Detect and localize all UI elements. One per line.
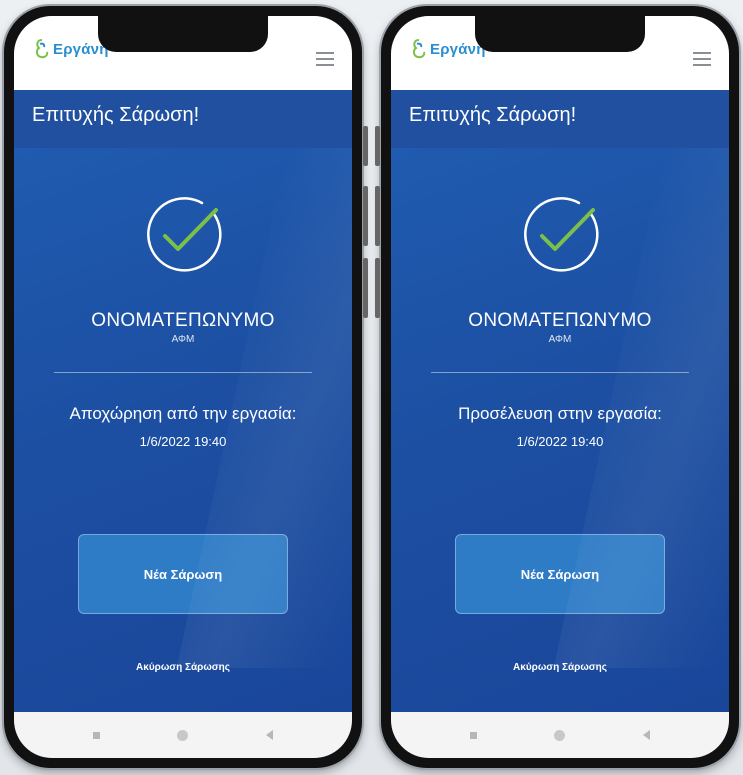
side-button — [363, 126, 368, 166]
app-logo[interactable]: Εργάνη — [411, 38, 486, 60]
employee-afm: ΑΦΜ — [171, 334, 195, 345]
result-content: ΟΝΟΜΑΤΕΠΩΝΥΜΟ ΑΦΜ Αποχώρηση από την εργα… — [14, 148, 352, 712]
notch — [475, 16, 645, 52]
stage: Εργάνη Επιτυχής Σάρωση! ΟΝΟΜΑΤΕΠΩΝΥΜΟ ΑΦ… — [0, 0, 743, 775]
side-button — [363, 258, 368, 318]
check-circle-icon — [147, 197, 222, 272]
action-label: Αποχώρηση από την εργασία: — [69, 404, 297, 423]
home-icon[interactable] — [177, 729, 189, 741]
check-circle-icon — [524, 197, 599, 272]
side-button — [375, 258, 380, 318]
divider — [431, 372, 689, 373]
new-scan-button[interactable]: Νέα Σάρωση — [455, 534, 665, 614]
menu-bar — [693, 64, 711, 66]
title-bar: Επιτυχής Σάρωση! — [391, 90, 729, 149]
hamburger-menu-icon[interactable] — [693, 52, 711, 66]
page-title: Επιτυχής Σάρωση! — [409, 104, 577, 126]
back-icon[interactable] — [643, 730, 651, 740]
result-content: ΟΝΟΜΑΤΕΠΩΝΥΜΟ ΑΦΜ Προσέλευση στην εργασί… — [391, 148, 729, 712]
action-label: Προσέλευση στην εργασία: — [458, 404, 662, 423]
menu-bar — [693, 52, 711, 54]
system-nav-bar — [14, 712, 352, 758]
divider — [54, 372, 312, 373]
phone-left: Εργάνη Επιτυχής Σάρωση! ΟΝΟΜΑΤΕΠΩΝΥΜΟ ΑΦ… — [4, 6, 368, 768]
side-button — [363, 186, 368, 246]
title-bar: Επιτυχής Σάρωση! — [14, 90, 352, 149]
scan-datetime: 1/6/2022 19:40 — [139, 434, 227, 449]
cancel-scan-link[interactable]: Ακύρωση Σάρωσης — [391, 662, 729, 673]
system-nav-bar — [391, 712, 729, 758]
page-title: Επιτυχής Σάρωση! — [32, 104, 200, 126]
scan-datetime: 1/6/2022 19:40 — [516, 434, 604, 449]
phone-screen: Εργάνη Επιτυχής Σάρωση! ΟΝΟΜΑΤΕΠΩΝΥΜΟ ΑΦ… — [391, 16, 729, 758]
home-icon[interactable] — [554, 729, 566, 741]
recent-apps-icon[interactable] — [92, 731, 100, 739]
app-logo[interactable]: Εργάνη — [34, 38, 109, 60]
employee-name: ΟΝΟΜΑΤΕΠΩΝΥΜΟ — [91, 310, 275, 331]
ergani-logo-icon — [412, 39, 426, 59]
phone-right: Εργάνη Επιτυχής Σάρωση! ΟΝΟΜΑΤΕΠΩΝΥΜΟ ΑΦ… — [375, 6, 739, 768]
cancel-scan-link[interactable]: Ακύρωση Σάρωσης — [14, 662, 352, 673]
phone-screen: Εργάνη Επιτυχής Σάρωση! ΟΝΟΜΑΤΕΠΩΝΥΜΟ ΑΦ… — [14, 16, 352, 758]
menu-bar — [316, 64, 334, 66]
menu-bar — [316, 58, 334, 60]
new-scan-button[interactable]: Νέα Σάρωση — [78, 534, 288, 614]
employee-name: ΟΝΟΜΑΤΕΠΩΝΥΜΟ — [468, 310, 652, 331]
ergani-logo-icon — [35, 39, 49, 59]
side-button — [375, 126, 380, 166]
back-icon[interactable] — [266, 730, 274, 740]
menu-bar — [693, 58, 711, 60]
hamburger-menu-icon[interactable] — [316, 52, 334, 66]
side-button — [375, 186, 380, 246]
recent-apps-icon[interactable] — [469, 731, 477, 739]
menu-bar — [316, 52, 334, 54]
notch — [98, 16, 268, 52]
employee-afm: ΑΦΜ — [548, 334, 572, 345]
